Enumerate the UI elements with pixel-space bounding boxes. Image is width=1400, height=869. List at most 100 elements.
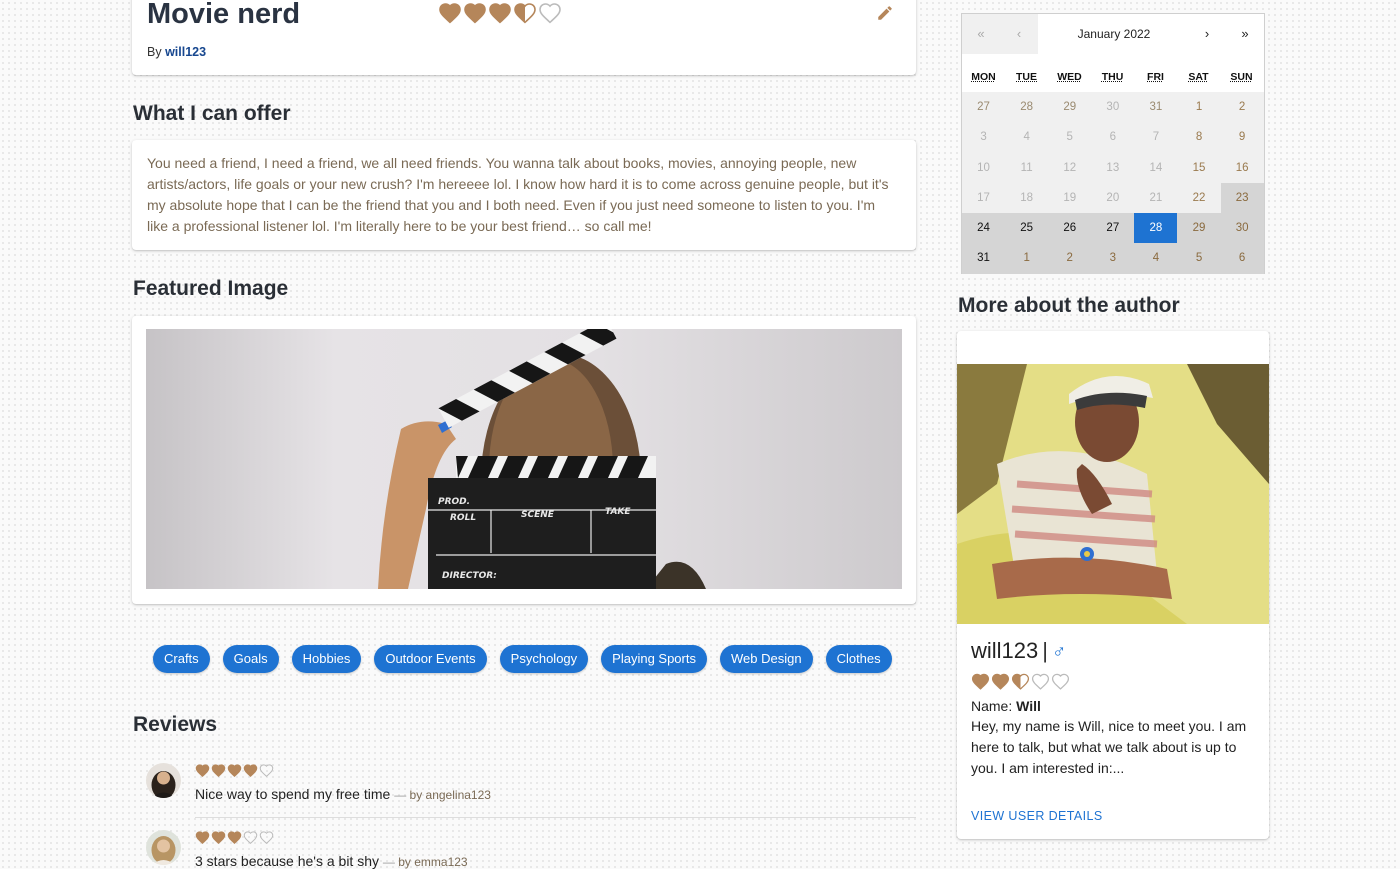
calendar-day: 27 xyxy=(962,92,1006,123)
calendar-day[interactable]: 24 xyxy=(962,213,1006,244)
calendar-day: 7 xyxy=(1134,122,1178,153)
slate-take: TAKE xyxy=(605,507,631,517)
calendar-day[interactable]: 31 xyxy=(962,243,1006,274)
heart-icon xyxy=(243,763,258,778)
calendar-day[interactable]: 27 xyxy=(1091,213,1135,244)
tag-chip[interactable]: Clothes xyxy=(825,645,892,673)
slate-roll: ROLL xyxy=(450,513,476,523)
offer-card: You need a friend, I need a friend, we a… xyxy=(132,140,916,250)
post-rating xyxy=(438,1,562,25)
heart-icon xyxy=(438,1,462,25)
author-name-value: Will xyxy=(1016,698,1041,714)
tag-chip[interactable]: Hobbies xyxy=(291,645,362,673)
heart-icon xyxy=(991,672,1010,691)
tag-chip[interactable]: Crafts xyxy=(153,645,210,673)
tag-chip[interactable]: Playing Sports xyxy=(601,645,707,673)
tag-list: Crafts Goals Hobbies Outdoor Events Psycholo… xyxy=(153,645,892,673)
calendar-day: 14 xyxy=(1134,152,1178,183)
author-name-label: Name: xyxy=(971,698,1013,714)
featured-image-card: PROD. ROLL SCENE TAKE DIRECTOR: xyxy=(132,316,916,604)
review-author[interactable]: by emma123 xyxy=(398,855,467,869)
calendar-day[interactable]: 1 xyxy=(1005,243,1049,274)
heart-icon xyxy=(1011,672,1030,691)
calendar-day[interactable]: 2 xyxy=(1048,243,1092,274)
review-text: Nice way to spend my free time xyxy=(195,786,391,802)
reviewer-avatar[interactable] xyxy=(146,763,181,798)
calendar-day[interactable]: 6 xyxy=(1220,243,1264,274)
calendar-day: 4 xyxy=(1005,122,1049,153)
calendar-day: 9 xyxy=(1220,122,1264,153)
featured-heading: Featured Image xyxy=(133,277,289,300)
heart-icon xyxy=(513,1,537,25)
author-rating xyxy=(971,672,1070,691)
heart-icon xyxy=(227,830,242,845)
offer-text: You need a friend, I need a friend, we a… xyxy=(147,155,889,234)
calendar-day: 2 xyxy=(1220,92,1264,123)
calendar-month-label[interactable]: January 2022 xyxy=(1038,14,1190,54)
tag-chip[interactable]: Outdoor Events xyxy=(374,645,487,673)
weekday-label: THU xyxy=(1101,71,1124,83)
calendar-day-selected[interactable]: 28 xyxy=(1134,213,1178,244)
post-header-card: Movie nerd By will123 xyxy=(132,0,916,75)
calendar: « ‹ January 2022 › » MON TUE WED THU FRI SAT S… xyxy=(961,13,1265,274)
calendar-day: 17 xyxy=(962,182,1006,214)
author-bio: Hey, my name is Will, nice to meet you. … xyxy=(971,718,1247,776)
edit-icon[interactable] xyxy=(876,4,894,27)
calendar-day[interactable]: 23 xyxy=(1220,182,1264,214)
author-username: will123 xyxy=(971,638,1039,663)
next-year-button[interactable]: » xyxy=(1226,14,1264,54)
heart-icon xyxy=(488,1,512,25)
calendar-day: 11 xyxy=(1005,152,1049,183)
calendar-day: 19 xyxy=(1048,182,1092,214)
calendar-day[interactable]: 3 xyxy=(1091,243,1135,274)
slate-director: DIRECTOR: xyxy=(442,571,497,581)
author-card: will123 | ♂ Name: Will Hey, my name is Wil… xyxy=(957,331,1269,839)
calendar-day[interactable]: 26 xyxy=(1048,213,1092,244)
reviews-heading: Reviews xyxy=(133,713,218,736)
calendar-day[interactable]: 29 xyxy=(1177,213,1221,244)
calendar-day: 22 xyxy=(1177,182,1221,214)
prev-year-button[interactable]: « xyxy=(962,14,1000,54)
calendar-day: 5 xyxy=(1048,122,1092,153)
heart-icon xyxy=(195,763,210,778)
weekday-label: TUE xyxy=(1016,71,1037,83)
calendar-day: 28 xyxy=(1005,92,1049,123)
calendar-day[interactable]: 5 xyxy=(1177,243,1221,274)
tag-chip[interactable]: Goals xyxy=(222,645,279,673)
calendar-day: 16 xyxy=(1220,152,1264,183)
slate-scene: SCENE xyxy=(521,510,555,520)
prev-month-button[interactable]: ‹ xyxy=(1000,14,1038,54)
offer-heading: What I can offer xyxy=(133,102,291,125)
heart-icon xyxy=(463,1,487,25)
calendar-day[interactable]: 25 xyxy=(1005,213,1049,244)
calendar-day: 13 xyxy=(1091,152,1135,183)
weekday-label: SAT xyxy=(1188,71,1209,83)
post-author-link[interactable]: will123 xyxy=(165,45,206,59)
heart-icon xyxy=(211,830,226,845)
calendar-days: 27 28 29 30 31 1 2 3 4 5 6 7 8 9 10 11 12 13 14 15 16 17 18 19 2… xyxy=(962,92,1264,274)
next-month-button[interactable]: › xyxy=(1188,14,1226,54)
heart-icon xyxy=(227,763,242,778)
calendar-day: 21 xyxy=(1134,182,1178,214)
calendar-day[interactable]: 4 xyxy=(1134,243,1178,274)
review-author[interactable]: by angelina123 xyxy=(410,788,491,802)
calendar-day: 30 xyxy=(1091,92,1135,123)
calendar-day[interactable]: 30 xyxy=(1220,213,1264,244)
calendar-day: 10 xyxy=(962,152,1006,183)
calendar-day: 29 xyxy=(1048,92,1092,123)
clapperboard-illustration: PROD. ROLL SCENE TAKE DIRECTOR: xyxy=(378,329,706,589)
review-rating xyxy=(195,830,274,845)
weekday-label: WED xyxy=(1057,71,1082,83)
tag-chip[interactable]: Web Design xyxy=(719,645,813,673)
calendar-day: 3 xyxy=(962,122,1006,153)
heart-icon xyxy=(971,672,990,691)
male-gender-icon: ♂ xyxy=(1051,642,1067,663)
heart-icon xyxy=(259,763,274,778)
featured-image: PROD. ROLL SCENE TAKE DIRECTOR: xyxy=(146,329,902,589)
by-label: By xyxy=(147,45,162,59)
review-divider xyxy=(195,817,916,818)
heart-icon xyxy=(1051,672,1070,691)
view-user-details-link[interactable]: VIEW USER DETAILS xyxy=(971,809,1103,823)
reviewer-avatar[interactable] xyxy=(146,830,181,865)
tag-chip[interactable]: Psychology xyxy=(499,645,589,673)
